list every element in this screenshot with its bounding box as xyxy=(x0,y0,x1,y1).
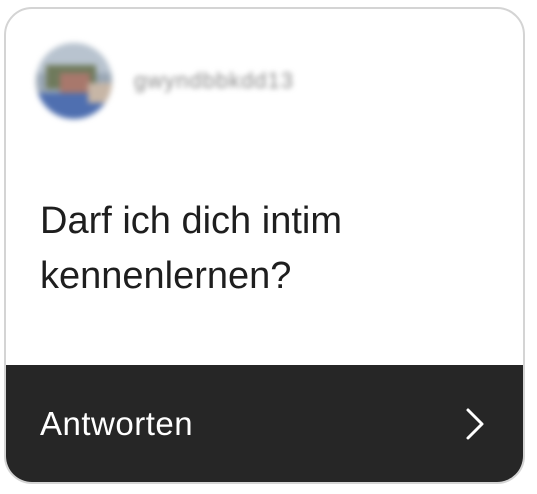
card-header: gwyndbbkdd13 xyxy=(36,41,294,121)
question-text: Darf ich dich intim kennenlernen? xyxy=(40,200,342,297)
chevron-right-icon xyxy=(466,408,484,439)
username[interactable]: gwyndbbkdd13 xyxy=(134,68,294,94)
reply-label: Antworten xyxy=(40,404,194,442)
question-card: gwyndbbkdd13 Darf ich dich intim kennenl… xyxy=(4,7,525,484)
profile-photo xyxy=(36,43,112,119)
reply-button[interactable]: Antworten xyxy=(6,365,523,482)
avatar[interactable] xyxy=(36,43,112,119)
